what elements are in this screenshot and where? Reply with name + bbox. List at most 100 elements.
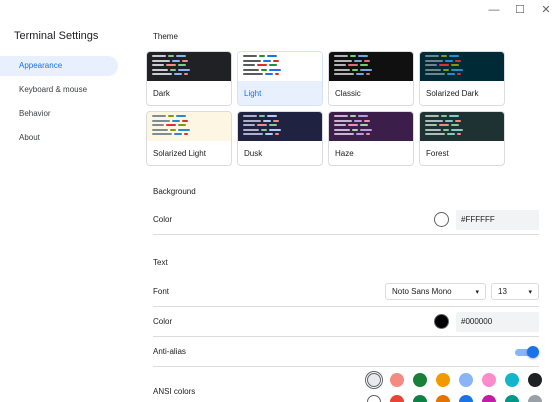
preview-line bbox=[334, 73, 408, 76]
preview-line bbox=[152, 55, 226, 58]
ansi-color-swatch[interactable] bbox=[436, 373, 450, 387]
preview-token bbox=[455, 59, 461, 62]
preview-token bbox=[152, 115, 166, 117]
preview-token bbox=[348, 124, 358, 126]
antialias-toggle[interactable] bbox=[515, 345, 539, 358]
preview-token bbox=[360, 128, 372, 131]
preview-token bbox=[243, 119, 261, 122]
preview-token bbox=[269, 64, 277, 66]
preview-token bbox=[273, 59, 279, 62]
app-title: Terminal Settings bbox=[14, 30, 99, 42]
theme-card-forest[interactable]: Forest bbox=[419, 111, 505, 166]
preview-line bbox=[334, 64, 408, 67]
ansi-color-swatch[interactable] bbox=[505, 373, 519, 387]
preview-token bbox=[178, 124, 186, 126]
preview-line bbox=[425, 68, 499, 72]
preview-line bbox=[334, 133, 408, 136]
preview-token bbox=[243, 59, 261, 62]
background-color-input[interactable]: #FFFFFF bbox=[456, 209, 539, 230]
sidebar-item-behavior[interactable]: Behavior bbox=[0, 104, 118, 124]
preview-token bbox=[457, 73, 461, 75]
font-label: Font bbox=[153, 287, 170, 296]
preview-token bbox=[360, 124, 368, 126]
ansi-color-swatch[interactable] bbox=[390, 373, 404, 387]
ansi-colors-palette-row-1 bbox=[367, 373, 542, 387]
preview-line bbox=[152, 133, 226, 136]
theme-card-haze[interactable]: Haze bbox=[328, 111, 414, 166]
preview-line bbox=[243, 68, 317, 72]
text-color-input[interactable]: #000000 bbox=[456, 311, 539, 332]
preview-token bbox=[152, 55, 166, 57]
theme-card-dark[interactable]: Dark bbox=[146, 51, 232, 106]
ansi-color-swatch[interactable] bbox=[459, 373, 473, 387]
ansi-color-swatch[interactable] bbox=[390, 395, 404, 402]
preview-token bbox=[243, 68, 259, 71]
preview-token bbox=[334, 55, 348, 57]
preview-line bbox=[152, 68, 226, 72]
preview-token bbox=[269, 128, 281, 131]
theme-preview bbox=[147, 112, 231, 141]
background-color-swatch[interactable] bbox=[434, 212, 449, 227]
preview-token bbox=[243, 115, 257, 117]
theme-card-classic[interactable]: Classic bbox=[328, 51, 414, 106]
preview-line bbox=[243, 64, 317, 67]
font-size-select[interactable]: 13 ▾ bbox=[491, 283, 539, 300]
preview-token bbox=[445, 59, 453, 62]
theme-preview bbox=[238, 52, 322, 81]
theme-preview bbox=[329, 112, 413, 141]
preview-token bbox=[273, 119, 279, 122]
preview-token bbox=[334, 133, 354, 135]
theme-card-light[interactable]: Light bbox=[237, 51, 323, 106]
theme-card-label: Forest bbox=[426, 149, 449, 158]
preview-token bbox=[334, 64, 346, 66]
preview-line bbox=[152, 115, 226, 118]
preview-token bbox=[176, 115, 186, 117]
sidebar-item-keyboard-mouse[interactable]: Keyboard & mouse bbox=[0, 80, 118, 100]
preview-token bbox=[439, 124, 449, 126]
preview-token bbox=[425, 128, 441, 131]
font-family-select[interactable]: Noto Sans Mono ▾ bbox=[385, 283, 486, 300]
preview-line bbox=[243, 124, 317, 127]
preview-token bbox=[425, 73, 445, 75]
preview-token bbox=[178, 64, 186, 66]
preview-token bbox=[267, 115, 277, 117]
ansi-color-swatch[interactable] bbox=[436, 395, 450, 402]
preview-token bbox=[451, 68, 463, 71]
preview-token bbox=[425, 55, 439, 57]
preview-token bbox=[243, 73, 263, 75]
preview-line bbox=[425, 124, 499, 127]
ansi-color-swatch[interactable] bbox=[367, 373, 381, 387]
ansi-color-swatch[interactable] bbox=[482, 395, 496, 402]
preview-token bbox=[182, 59, 188, 62]
ansi-color-swatch[interactable] bbox=[528, 373, 542, 387]
preview-line bbox=[152, 128, 226, 132]
preview-token bbox=[360, 64, 368, 66]
sidebar-item-appearance[interactable]: Appearance bbox=[0, 56, 118, 76]
theme-card-dusk[interactable]: Dusk bbox=[237, 111, 323, 166]
theme-card-solarized-dark[interactable]: Solarized Dark bbox=[419, 51, 505, 106]
theme-card-solarized-light[interactable]: Solarized Light bbox=[146, 111, 232, 166]
ansi-color-swatch[interactable] bbox=[367, 395, 381, 402]
text-color-swatch[interactable] bbox=[434, 314, 449, 329]
preview-token bbox=[441, 115, 447, 117]
font-row: Font Noto Sans Mono ▾ 13 ▾ bbox=[153, 277, 539, 307]
preview-token bbox=[356, 73, 364, 75]
ansi-color-swatch[interactable] bbox=[482, 373, 496, 387]
preview-token bbox=[184, 133, 188, 135]
theme-grid: Dark Light Classic Solarized Dark Solarized … bbox=[146, 51, 505, 166]
preview-token bbox=[425, 133, 445, 135]
sidebar-item-about[interactable]: About bbox=[0, 128, 118, 148]
ansi-color-swatch[interactable] bbox=[505, 395, 519, 402]
preview-token bbox=[243, 124, 255, 126]
ansi-color-swatch[interactable] bbox=[459, 395, 473, 402]
preview-token bbox=[172, 59, 180, 62]
preview-token bbox=[354, 59, 362, 62]
ansi-color-swatch[interactable] bbox=[413, 395, 427, 402]
preview-token bbox=[176, 55, 186, 57]
preview-token bbox=[425, 115, 439, 117]
preview-token bbox=[425, 119, 443, 122]
background-section-title: Background bbox=[153, 187, 196, 196]
ansi-color-swatch[interactable] bbox=[528, 395, 542, 402]
ansi-color-swatch[interactable] bbox=[413, 373, 427, 387]
theme-preview bbox=[420, 52, 504, 81]
